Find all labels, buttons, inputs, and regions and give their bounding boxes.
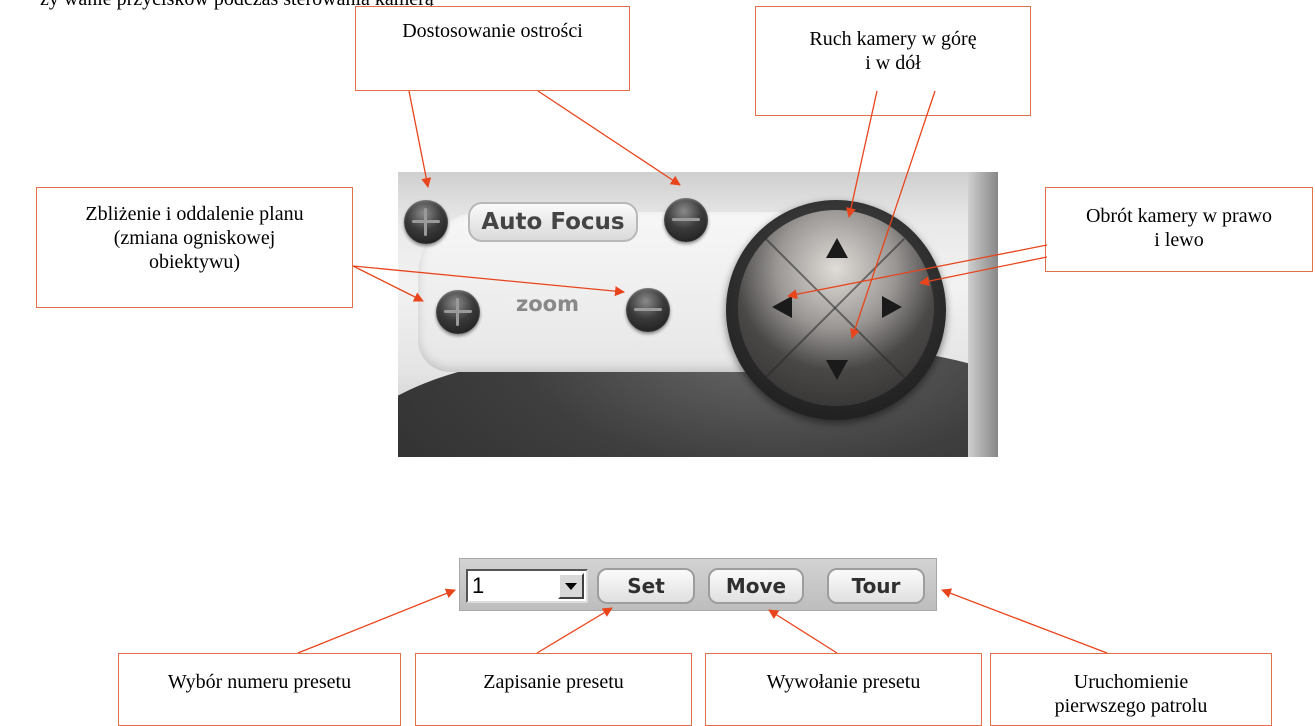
arrow-pan-right [919, 256, 1048, 287]
arrow-tilt-down [850, 90, 936, 339]
arrow-focus-far [537, 90, 681, 186]
arrow-pan-left [787, 244, 1048, 300]
arrow-preset-save [536, 607, 613, 654]
arrow-focus-near [408, 90, 432, 188]
callout-arrows [297, 90, 1108, 654]
arrow-tour [941, 588, 1108, 654]
arrow-preset-select [297, 588, 456, 654]
arrow-preset-call [768, 609, 838, 654]
arrow-tilt-up [846, 90, 878, 218]
arrow-zoom-out [352, 265, 625, 297]
